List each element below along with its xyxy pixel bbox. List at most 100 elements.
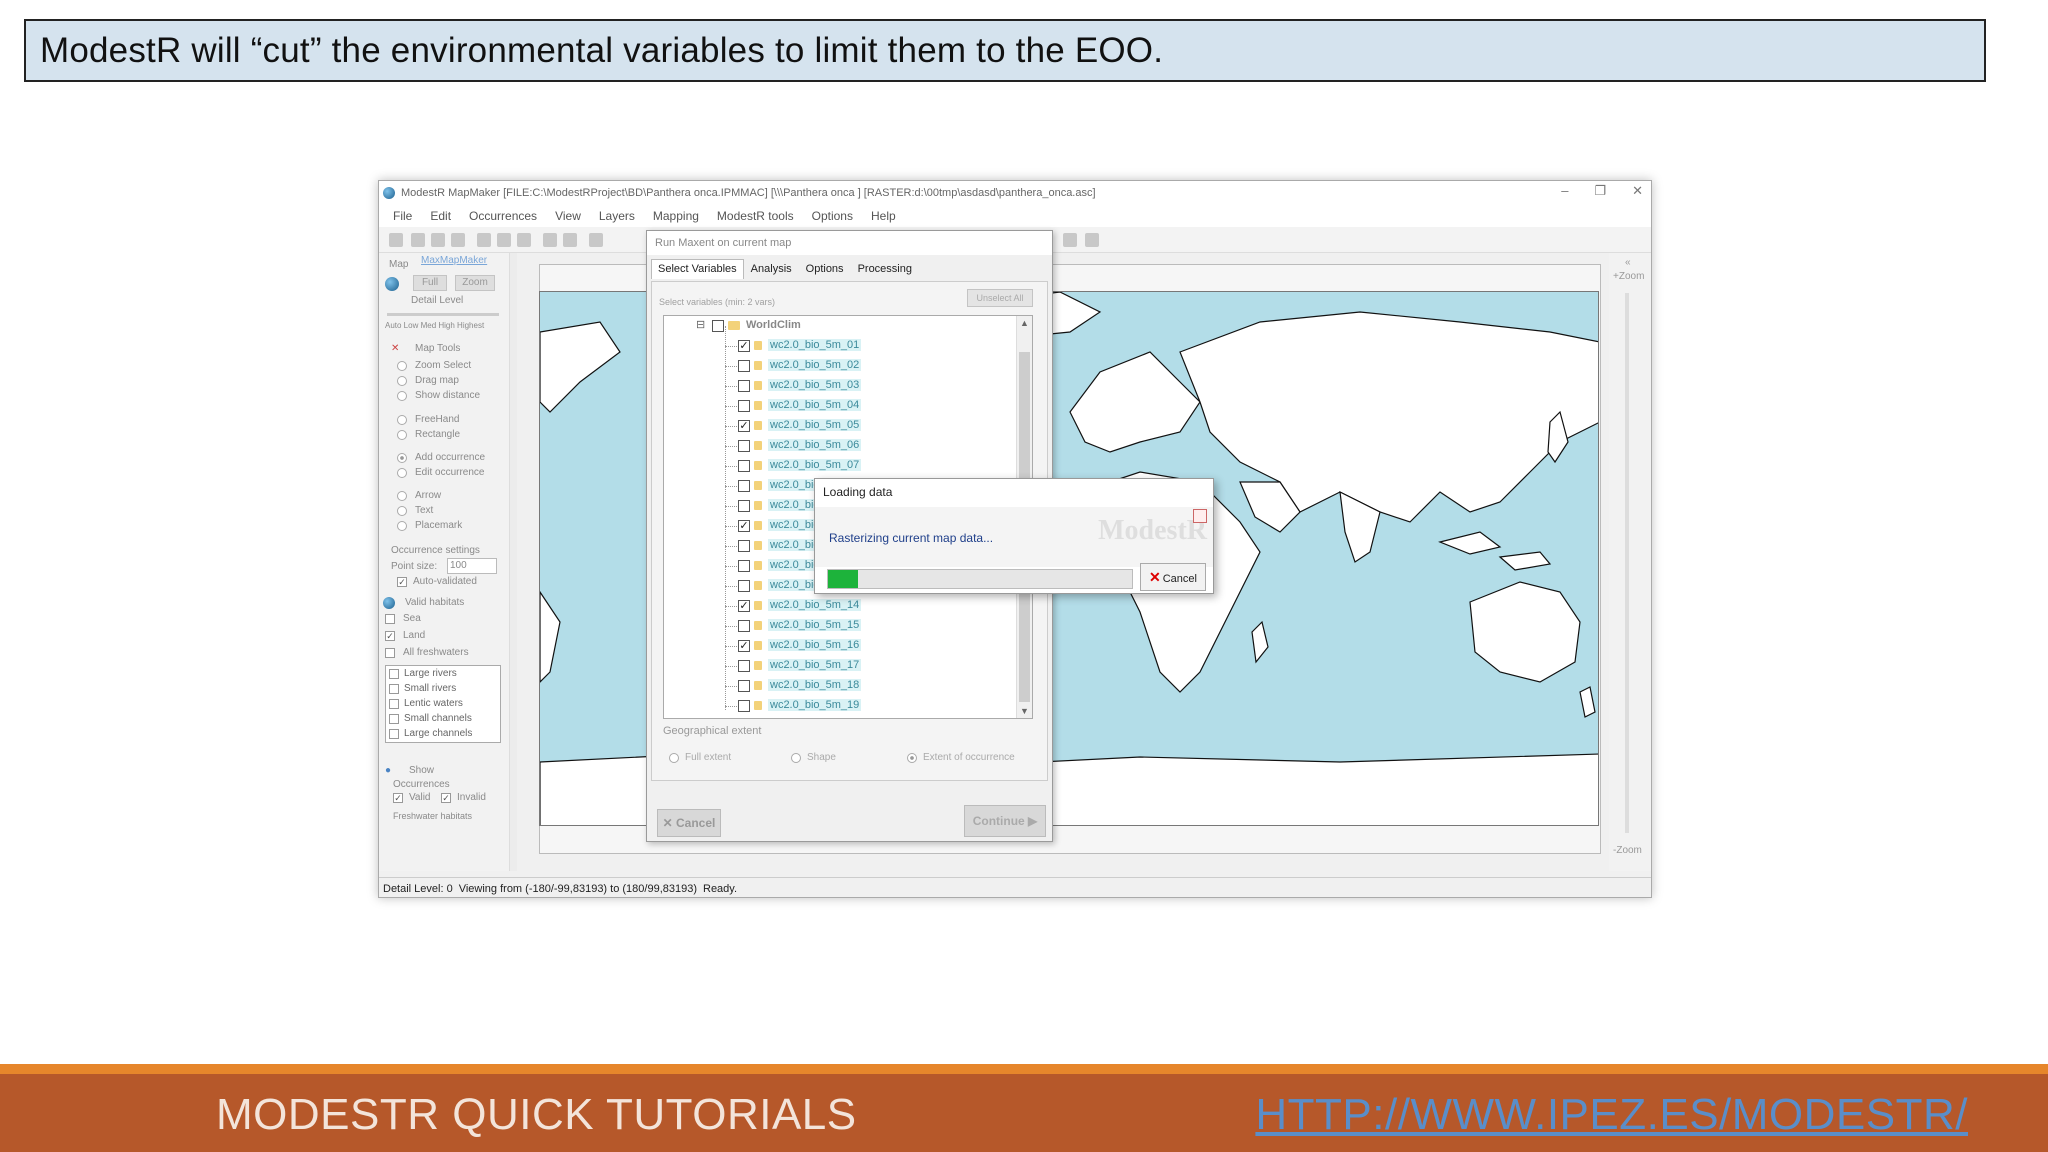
variable-checkbox[interactable] — [738, 560, 750, 572]
point-size-input[interactable]: 100 — [447, 558, 497, 574]
tab-processing[interactable]: Processing — [851, 259, 919, 279]
list-item-checkbox[interactable] — [389, 669, 399, 679]
panel-splitter[interactable] — [509, 253, 517, 871]
import-icon[interactable] — [431, 233, 445, 247]
arrow-radio[interactable] — [397, 491, 407, 501]
variable-row[interactable]: wc2.0_bio_5m_06 — [664, 436, 1014, 456]
tab-analysis[interactable]: Analysis — [744, 259, 799, 279]
full-extent-radio[interactable] — [669, 753, 679, 763]
full-button[interactable]: Full — [413, 275, 447, 291]
list-item-checkbox[interactable] — [389, 714, 399, 724]
minimize-button[interactable]: – — [1561, 183, 1568, 199]
variable-checkbox[interactable] — [738, 460, 750, 472]
add-occurrence-radio[interactable] — [397, 453, 407, 463]
variable-row[interactable]: wc2.0_bio_5m_03 — [664, 376, 1014, 396]
variable-checkbox[interactable] — [738, 680, 750, 692]
collapse-icon[interactable]: « — [1625, 257, 1631, 268]
variable-row[interactable]: wc2.0_bio_5m_18 — [664, 676, 1014, 696]
tab-options[interactable]: Options — [799, 259, 851, 279]
menu-options[interactable]: Options — [812, 209, 853, 223]
drag-map-radio[interactable] — [397, 376, 407, 386]
variable-checkbox[interactable]: ✓ — [738, 640, 750, 652]
variable-row[interactable]: ✓ wc2.0_bio_5m_01 — [664, 336, 1014, 356]
scroll-up-icon[interactable]: ▲ — [1020, 318, 1029, 328]
menu-layers[interactable]: Layers — [599, 209, 635, 223]
root-checkbox[interactable] — [712, 320, 724, 332]
open-icon[interactable] — [411, 233, 425, 247]
edit-occurrence-radio[interactable] — [397, 468, 407, 478]
unselect-all-button[interactable]: Unselect All — [967, 289, 1033, 307]
placemark-radio[interactable] — [397, 521, 407, 531]
menu-occurrences[interactable]: Occurrences — [469, 209, 537, 223]
new-icon[interactable] — [389, 233, 403, 247]
save-icon[interactable] — [477, 233, 491, 247]
list-item-checkbox[interactable] — [389, 684, 399, 694]
collapse-toggle-icon[interactable]: ⊟ — [696, 318, 705, 331]
variable-row[interactable]: wc2.0_bio_5m_19 — [664, 696, 1014, 716]
dialog-cancel-button[interactable]: ✕ Cancel — [657, 809, 721, 837]
list-item-checkbox[interactable] — [389, 729, 399, 739]
invalid-checkbox[interactable]: ✓ — [441, 793, 451, 803]
globe-icon[interactable] — [543, 233, 557, 247]
variable-row[interactable]: wc2.0_bio_5m_17 — [664, 656, 1014, 676]
variable-checkbox[interactable] — [738, 380, 750, 392]
zoom-select-radio[interactable] — [397, 361, 407, 371]
auto-validated-checkbox[interactable]: ✓ — [397, 577, 407, 587]
tab-select-variables[interactable]: Select Variables — [651, 259, 744, 279]
land-checkbox[interactable]: ✓ — [385, 631, 395, 641]
loading-cancel-button[interactable]: ✕ Cancel — [1140, 563, 1206, 591]
valid-checkbox[interactable]: ✓ — [393, 793, 403, 803]
close-button[interactable]: ✕ — [1632, 183, 1643, 199]
variable-checkbox[interactable] — [738, 400, 750, 412]
variable-checkbox[interactable]: ✓ — [738, 600, 750, 612]
print-icon[interactable] — [497, 233, 511, 247]
menu-view[interactable]: View — [555, 209, 581, 223]
continue-button[interactable]: Continue ▶ — [964, 805, 1046, 837]
variable-checkbox[interactable] — [738, 540, 750, 552]
zoom-button[interactable]: Zoom — [455, 275, 495, 291]
variable-row[interactable]: wc2.0_bio_5m_02 — [664, 356, 1014, 376]
map-source-link[interactable]: MaxMapMaker — [421, 255, 487, 266]
all-freshwaters-checkbox[interactable] — [385, 648, 395, 658]
shape-radio[interactable] — [791, 753, 801, 763]
variable-checkbox[interactable] — [738, 620, 750, 632]
menu-modestr-tools[interactable]: ModestR tools — [717, 209, 794, 223]
list-item-checkbox[interactable] — [389, 699, 399, 709]
rectangle-radio[interactable] — [397, 430, 407, 440]
camera-icon[interactable] — [589, 233, 603, 247]
sea-checkbox[interactable] — [385, 614, 395, 624]
menu-edit[interactable]: Edit — [430, 209, 451, 223]
extent-of-occurrence-radio[interactable] — [907, 753, 917, 763]
menu-file[interactable]: File — [393, 209, 412, 223]
variable-checkbox[interactable] — [738, 480, 750, 492]
scroll-down-icon[interactable]: ▼ — [1020, 706, 1029, 716]
layer-icon[interactable] — [563, 233, 577, 247]
variable-row[interactable]: wc2.0_bio_5m_15 — [664, 616, 1014, 636]
variable-row[interactable]: wc2.0_bio_5m_04 — [664, 396, 1014, 416]
restore-button[interactable]: ❐ — [1594, 183, 1606, 199]
menu-mapping[interactable]: Mapping — [653, 209, 699, 223]
variable-checkbox[interactable] — [738, 580, 750, 592]
download-icon[interactable] — [1063, 233, 1077, 247]
variable-checkbox[interactable]: ✓ — [738, 420, 750, 432]
variable-row[interactable]: ✓ wc2.0_bio_5m_16 — [664, 636, 1014, 656]
detail-slider[interactable] — [387, 313, 499, 316]
variable-checkbox[interactable] — [738, 440, 750, 452]
show-distance-radio[interactable] — [397, 391, 407, 401]
freehand-radio[interactable] — [397, 415, 407, 425]
variable-row[interactable]: ✓ wc2.0_bio_5m_14 — [664, 596, 1014, 616]
export-icon[interactable] — [451, 233, 465, 247]
zoom-slider[interactable] — [1625, 293, 1629, 833]
folder-icon[interactable] — [1085, 233, 1099, 247]
variable-checkbox[interactable]: ✓ — [738, 520, 750, 532]
text-radio[interactable] — [397, 506, 407, 516]
variable-row[interactable]: ✓ wc2.0_bio_5m_05 — [664, 416, 1014, 436]
footer-link[interactable]: HTTP://WWW.IPEZ.ES/MODESTR/ — [1255, 1090, 1968, 1140]
image-icon[interactable] — [517, 233, 531, 247]
variable-checkbox[interactable]: ✓ — [738, 340, 750, 352]
variable-row[interactable]: wc2.0_bio_5m_07 — [664, 456, 1014, 476]
variable-checkbox[interactable] — [738, 660, 750, 672]
variable-checkbox[interactable] — [738, 700, 750, 712]
variable-checkbox[interactable] — [738, 360, 750, 372]
variable-checkbox[interactable] — [738, 500, 750, 512]
